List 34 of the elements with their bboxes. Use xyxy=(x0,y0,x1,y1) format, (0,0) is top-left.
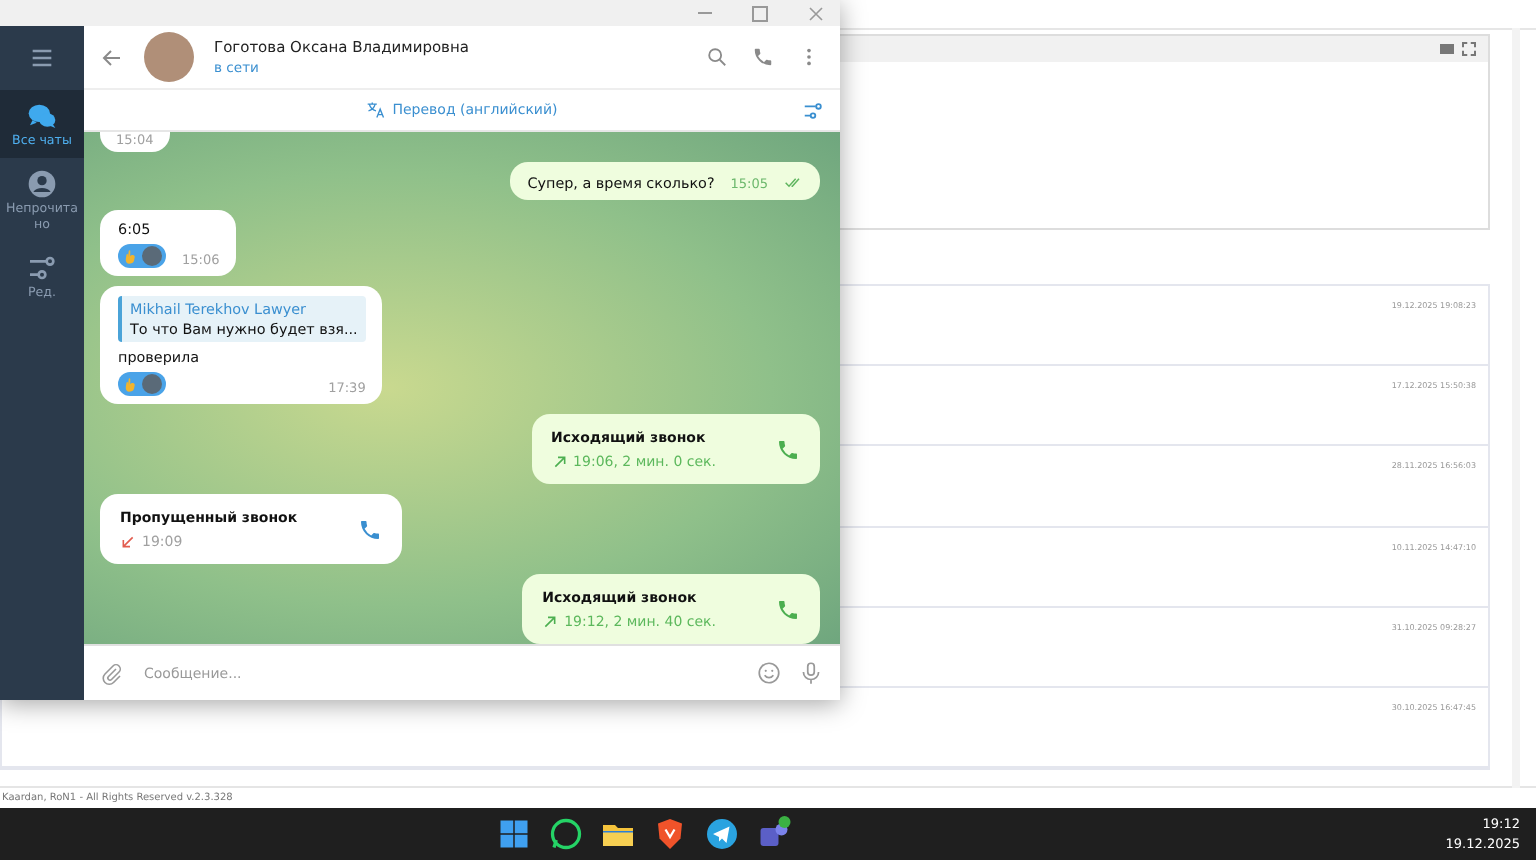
phone-icon[interactable] xyxy=(357,518,382,542)
reaction-pill[interactable] xyxy=(118,372,166,396)
fullscreen-icon[interactable] xyxy=(1462,42,1476,56)
missed-arrow-icon xyxy=(120,534,136,550)
phone-icon[interactable] xyxy=(776,438,800,462)
chats-icon xyxy=(26,100,58,132)
search-icon[interactable] xyxy=(706,46,728,68)
menu-icon[interactable] xyxy=(28,44,56,72)
back-icon[interactable] xyxy=(100,45,124,69)
attach-icon[interactable] xyxy=(100,661,124,685)
arrow-icon xyxy=(551,454,568,470)
person-icon xyxy=(26,168,58,200)
hand-icon xyxy=(122,375,140,393)
settings-sliders-icon[interactable] xyxy=(802,100,824,122)
reaction-pill[interactable] xyxy=(118,244,166,268)
phone-icon[interactable] xyxy=(776,598,800,622)
avatar xyxy=(142,374,162,394)
avatar[interactable] xyxy=(144,32,194,82)
avatar xyxy=(142,246,162,266)
emoji-icon[interactable] xyxy=(756,660,782,686)
team-icon[interactable] xyxy=(756,816,792,852)
microphone-icon[interactable] xyxy=(798,660,824,686)
shield-icon[interactable] xyxy=(652,816,688,852)
double-check-icon xyxy=(784,172,804,192)
start-icon[interactable] xyxy=(496,816,532,852)
close-button[interactable] xyxy=(808,5,824,21)
chat-bubble-icon[interactable] xyxy=(548,816,584,852)
maximize-button[interactable] xyxy=(752,5,768,21)
hand-icon xyxy=(122,247,140,265)
paper-plane-icon[interactable] xyxy=(704,816,740,852)
sliders-icon xyxy=(26,252,58,284)
arrow-icon xyxy=(542,614,559,630)
phone-icon[interactable] xyxy=(752,46,774,68)
translate-icon xyxy=(366,100,387,120)
